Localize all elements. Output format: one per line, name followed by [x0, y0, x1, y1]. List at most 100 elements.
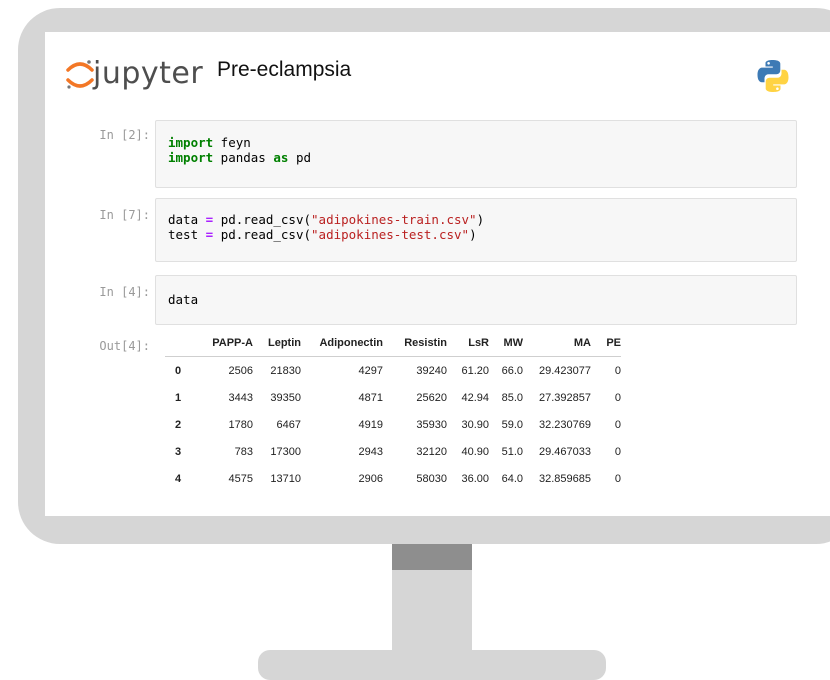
table-cell: 4297 — [358, 364, 383, 377]
dataframe-body: 0 2506 21830 4297 39240 61.20 66.0 29.423077 0 1 3… — [165, 357, 621, 493]
output-prompt: Out[4]: — [99, 339, 150, 353]
table-cell: 39350 — [270, 391, 301, 404]
table-cell: 4919 — [358, 418, 383, 431]
code-token: import — [168, 135, 214, 150]
code-text: import feyn import pandas as pd — [156, 121, 796, 165]
code-token: ) — [469, 227, 477, 242]
column-header: Resistin — [383, 330, 447, 357]
row-index: 1 — [175, 391, 182, 404]
column-header: LsR — [447, 330, 489, 357]
dataframe-header-row: PAPP-A Leptin Adiponectin Resistin LsR MW MA PE — [165, 330, 621, 357]
table-cell: 35930 — [416, 418, 447, 431]
jupyter-orbit-icon — [66, 60, 94, 89]
notebook-title[interactable]: Pre-eclampsia — [217, 58, 351, 82]
notebook-header: jupyter Pre-eclampsia — [45, 32, 830, 122]
code-token: pd — [288, 150, 312, 165]
cell-prompt: In [7]: — [99, 208, 150, 222]
row-index: 0 — [175, 364, 182, 377]
row-index: 4 — [175, 472, 182, 485]
table-cell: 39240 — [416, 364, 447, 377]
code-line: data = pd.read_csv("adipokines-train.csv… — [168, 212, 796, 227]
table-row: 2 1780 6467 4919 35930 30.90 59.0 32.230769 0 — [165, 411, 621, 438]
code-token: as — [273, 150, 289, 165]
table-cell: 85.0 — [501, 391, 523, 404]
table-row: 1 3443 39350 4871 25620 42.94 85.0 27.392857 0 — [165, 384, 621, 411]
code-token: "adipokines-train.csv" — [311, 212, 477, 227]
table-cell: 3443 — [228, 391, 253, 404]
table-cell: 66.0 — [501, 364, 523, 377]
code-text: data = pd.read_csv("adipokines-train.csv… — [156, 199, 796, 242]
code-token: pandas — [213, 150, 274, 165]
code-token: feyn — [213, 135, 251, 150]
table-cell: 32.859685 — [539, 472, 591, 485]
code-token: pd.read_csv( — [213, 212, 312, 227]
table-row: 0 2506 21830 4297 39240 61.20 66.0 29.423077 0 — [165, 357, 621, 385]
code-token: ) — [476, 212, 485, 227]
table-cell: 58030 — [416, 472, 447, 485]
table-cell: 59.0 — [501, 418, 523, 431]
code-input[interactable]: data = pd.read_csv("adipokines-train.csv… — [155, 198, 797, 262]
table-cell: 0 — [614, 391, 621, 404]
table-cell: 36.00 — [461, 472, 489, 485]
code-line: import pandas as pd — [168, 150, 796, 165]
code-token: data — [168, 292, 199, 307]
table-cell: 0 — [614, 364, 621, 377]
code-line: import feyn — [168, 135, 796, 150]
table-cell: 32120 — [416, 445, 447, 458]
column-header: Adiponectin — [301, 330, 383, 357]
table-cell: 4575 — [228, 472, 253, 485]
table-cell: 1780 — [228, 418, 253, 431]
table-cell: 2506 — [228, 364, 253, 377]
code-input[interactable]: import feyn import pandas as pd — [155, 120, 797, 188]
jupyter-logo[interactable]: jupyter — [65, 52, 205, 98]
table-row: 3 783 17300 2943 32120 40.90 51.0 29.467033 0 — [165, 438, 621, 465]
table-cell: 21830 — [270, 364, 301, 377]
jupyter-logo-text: jupyter — [93, 56, 204, 91]
table-cell: 61.20 — [461, 364, 489, 377]
cell-prompt: In [4]: — [99, 285, 150, 299]
monitor-base — [258, 650, 606, 680]
table-cell: 0 — [614, 445, 621, 458]
table-cell: 2906 — [358, 472, 383, 485]
notebook-screen: jupyter Pre-eclampsia In [2]: import fey… — [45, 32, 830, 516]
code-input[interactable]: data — [155, 275, 797, 325]
column-header: PE — [591, 330, 621, 357]
code-token: "adipokines-test.csv" — [311, 227, 470, 242]
table-cell: 2943 — [358, 445, 383, 458]
table-cell: 27.392857 — [539, 391, 591, 404]
table-cell: 29.423077 — [539, 364, 591, 377]
table-cell: 0 — [614, 418, 621, 431]
row-index: 3 — [175, 445, 182, 458]
table-cell: 25620 — [416, 391, 447, 404]
code-token: data — [168, 212, 206, 227]
column-header — [165, 330, 205, 357]
table-cell: 42.94 — [461, 391, 489, 404]
row-index: 2 — [175, 418, 182, 431]
table-cell: 783 — [234, 445, 253, 458]
table-cell: 4871 — [358, 391, 383, 404]
code-line: test = pd.read_csv("adipokines-test.csv"… — [168, 227, 796, 242]
code-line: data — [168, 292, 796, 307]
python-kernel-icon — [757, 60, 789, 92]
table-cell: 29.467033 — [539, 445, 591, 458]
column-header: PAPP-A — [205, 330, 253, 357]
table-cell: 51.0 — [501, 445, 523, 458]
table-cell: 0 — [614, 472, 621, 485]
table-cell: 13710 — [270, 472, 301, 485]
code-token: import — [168, 150, 214, 165]
table-cell: 64.0 — [501, 472, 523, 485]
code-text: data — [156, 276, 796, 307]
monitor-neck — [392, 570, 472, 655]
code-token: test — [168, 227, 206, 242]
column-header: MW — [489, 330, 523, 357]
table-cell: 32.230769 — [539, 418, 591, 431]
table-cell: 40.90 — [461, 445, 489, 458]
dataframe-output: PAPP-A Leptin Adiponectin Resistin LsR MW MA PE… — [165, 330, 621, 492]
table-row: 4 4575 13710 2906 58030 36.00 64.0 32.859685 0 — [165, 465, 621, 492]
table-cell: 6467 — [276, 418, 301, 431]
column-header: Leptin — [253, 330, 301, 357]
column-header: MA — [523, 330, 591, 357]
table-cell: 17300 — [270, 445, 301, 458]
table-cell: 30.90 — [461, 418, 489, 431]
cell-prompt: In [2]: — [99, 128, 150, 142]
